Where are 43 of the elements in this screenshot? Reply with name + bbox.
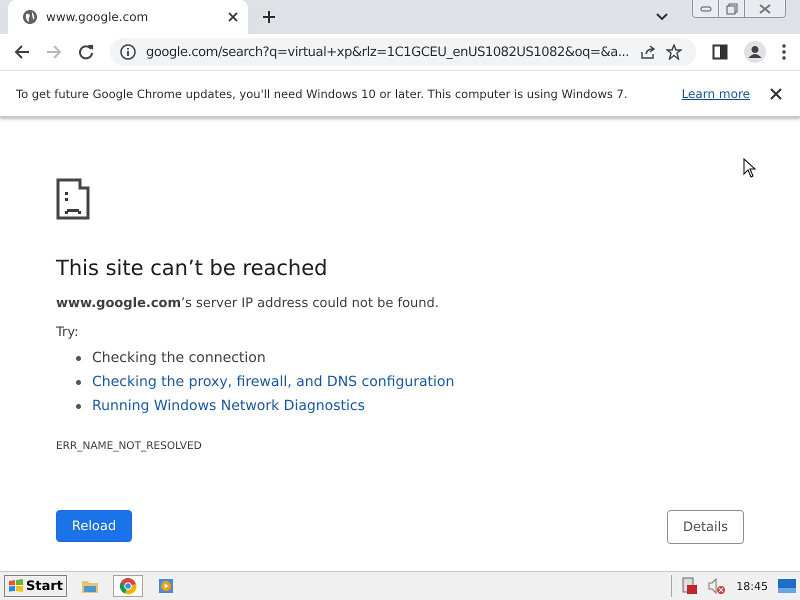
close-window-button[interactable]: [745, 0, 785, 17]
close-icon[interactable]: [228, 12, 238, 22]
reload-icon[interactable]: [78, 44, 94, 60]
reload-button[interactable]: Reload: [56, 510, 132, 542]
browser-tab[interactable]: www.google.com: [8, 0, 248, 34]
browser-logo: [118, 577, 137, 595]
suggestion-text: Checking the connection: [92, 350, 266, 366]
new-tab-icon[interactable]: [262, 10, 276, 24]
clock: 18:45: [736, 580, 768, 592]
try-label: Try:: [56, 325, 80, 340]
infobar-message: To get future Google Chrome updates, you'll need Windows 10 or later. This computer is using Windows 7.: [16, 86, 628, 100]
restore-icon: [726, 2, 738, 14]
error-message: www.google.com’s server IP address could not be found.: [56, 296, 440, 311]
chrome-taskbar-button[interactable]: [112, 575, 143, 597]
side-panel-icon[interactable]: [712, 44, 728, 60]
address-bar[interactable]: google.com/search?q=virtual+xp&rlz=1C1GCEU_enUS1082US1082&oq=&a...: [110, 38, 696, 66]
restore-button[interactable]: [719, 0, 745, 17]
suggestion-link[interactable]: Checking the proxy, firewall, and DNS configuration: [92, 374, 454, 390]
volume-muted-icon: [708, 577, 726, 595]
share-icon[interactable]: [640, 44, 656, 60]
play-icon: [158, 578, 174, 594]
star-icon[interactable]: [666, 44, 682, 60]
minimize-icon: [700, 6, 712, 12]
details-button[interactable]: Details: [667, 510, 744, 544]
profile-icon[interactable]: [744, 41, 766, 63]
error-title: This site can’t be reached: [56, 256, 328, 280]
globe-icon: [22, 9, 38, 25]
close-icon[interactable]: [770, 88, 782, 100]
back-icon[interactable]: [14, 44, 30, 60]
learn-more-link[interactable]: Learn more: [682, 86, 750, 100]
minimize-button[interactable]: [693, 0, 719, 17]
sad-page-icon: [56, 178, 90, 220]
windows-logo: [8, 579, 24, 593]
suggestion-link[interactable]: Running Windows Network Diagnostics: [92, 398, 365, 414]
chevron-down-icon[interactable]: [656, 13, 668, 21]
mouse-cursor-icon: [743, 158, 757, 178]
info-icon: [120, 44, 136, 60]
network-error-icon: [680, 577, 698, 595]
menu-icon[interactable]: [782, 44, 786, 60]
error-code: ERR_NAME_NOT_RESOLVED: [56, 440, 203, 452]
start-button[interactable]: Start: [4, 575, 67, 597]
close-icon: [759, 4, 771, 14]
folder-icon: [80, 578, 99, 594]
